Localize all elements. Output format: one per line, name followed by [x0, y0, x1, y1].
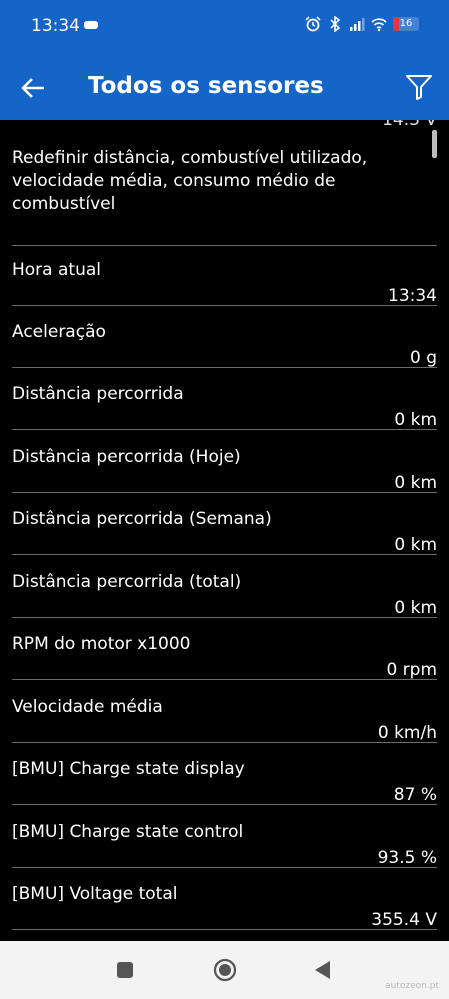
- sensor-label: [BMU] Charge state display: [12, 759, 245, 779]
- sensor-label: Distância percorrida (Semana): [12, 509, 272, 529]
- sensor-row-distance-week[interactable]: Distância percorrida (Semana) 0 km: [0, 495, 449, 557]
- back-arrow-icon[interactable]: [20, 76, 46, 100]
- sensor-label: [BMU] Charge state control: [12, 822, 244, 842]
- alarm-icon: [305, 16, 321, 32]
- sensor-value: 87 %: [393, 785, 437, 805]
- divider: [12, 867, 437, 868]
- home-icon[interactable]: [213, 958, 237, 982]
- divider: [12, 305, 437, 306]
- sensor-value: 0 km: [394, 535, 437, 555]
- system-nav-bar: autozeon.pt: [0, 941, 449, 999]
- battery-level: 16: [399, 18, 413, 29]
- filter-icon[interactable]: [405, 73, 433, 101]
- sensor-row-engine-rpm[interactable]: RPM do motor x1000 0 rpm: [0, 620, 449, 682]
- app-bar: Todos os sensores: [0, 56, 449, 120]
- partial-sensor-value: 14.3 V: [382, 120, 437, 130]
- sensor-row-voltage-total[interactable]: [BMU] Voltage total 355.4 V: [0, 870, 449, 932]
- divider: [12, 804, 437, 805]
- reset-button[interactable]: Redefinir distância, combustível utiliza…: [12, 147, 422, 216]
- sensor-value: 13:34: [388, 286, 437, 306]
- sensor-value: 355.4 V: [371, 910, 437, 930]
- signal-icon: [350, 18, 365, 31]
- sensor-value: 0 g: [409, 348, 437, 368]
- status-time: 13:34: [31, 16, 80, 36]
- sensor-row-charge-state-display[interactable]: [BMU] Charge state display 87 %: [0, 745, 449, 807]
- sensor-label: Aceleração: [12, 322, 106, 342]
- divider: [12, 492, 437, 493]
- sensor-value: 0 km: [394, 410, 437, 430]
- divider: [12, 742, 437, 743]
- sensor-row-acceleration[interactable]: Aceleração 0 g: [0, 308, 449, 370]
- sensor-value: 0 rpm: [386, 660, 437, 680]
- nav-back-icon[interactable]: [312, 959, 332, 981]
- sensor-row-average-speed[interactable]: Velocidade média 0 km/h: [0, 683, 449, 745]
- sensor-label: Velocidade média: [12, 697, 163, 717]
- sensor-row-distance-today[interactable]: Distância percorrida (Hoje) 0 km: [0, 433, 449, 495]
- page-title: Todos os sensores: [88, 73, 324, 99]
- divider: [12, 929, 437, 930]
- sensor-value: 0 km: [394, 473, 437, 493]
- divider: [12, 429, 437, 430]
- sensor-label: Distância percorrida: [12, 384, 184, 404]
- scrollbar[interactable]: [432, 130, 437, 158]
- sensor-row-current-time[interactable]: Hora atual 13:34: [0, 246, 449, 308]
- sensor-row-distance-total[interactable]: Distância percorrida (total) 0 km: [0, 558, 449, 620]
- sensor-row-charge-state-control[interactable]: [BMU] Charge state control 93.5 %: [0, 808, 449, 870]
- sensor-label: [BMU] Voltage total: [12, 884, 178, 904]
- sensor-label: RPM do motor x1000: [12, 634, 191, 654]
- divider: [12, 554, 437, 555]
- divider: [12, 617, 437, 618]
- recents-icon[interactable]: [117, 962, 133, 978]
- sensor-row-distance[interactable]: Distância percorrida 0 km: [0, 370, 449, 432]
- wifi-icon: [371, 18, 387, 32]
- car-icon: [84, 21, 98, 29]
- bluetooth-icon: [330, 16, 341, 32]
- sensor-value: 93.5 %: [377, 848, 437, 868]
- sensor-value: 0 km: [394, 598, 437, 618]
- sensor-label: Distância percorrida (Hoje): [12, 447, 241, 467]
- status-icons: 16: [305, 16, 419, 32]
- divider: [12, 679, 437, 680]
- watermark: autozeon.pt: [385, 981, 439, 991]
- sensor-label: Distância percorrida (total): [12, 572, 242, 592]
- sensor-list[interactable]: 14.3 V Redefinir distância, combustível …: [0, 120, 449, 941]
- sensor-label: Hora atual: [12, 260, 101, 280]
- sensor-value: 0 km/h: [377, 723, 437, 743]
- divider: [12, 367, 437, 368]
- battery-icon: 16: [393, 17, 419, 31]
- status-bar: 13:34 16: [0, 0, 449, 56]
